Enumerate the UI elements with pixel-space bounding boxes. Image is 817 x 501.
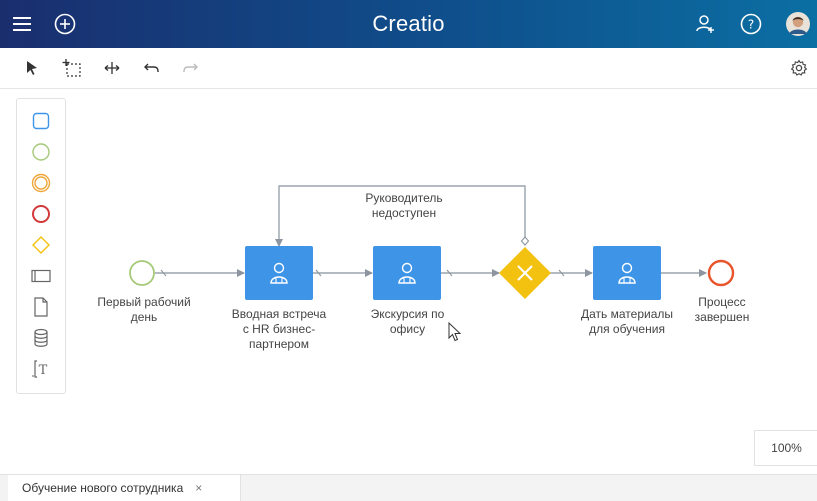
start-event[interactable] [129,260,155,286]
tab-process[interactable]: Обучение нового сотрудника × [8,475,241,501]
task-intro-meeting[interactable] [245,246,313,300]
tab-process-label: Обучение нового сотрудника [22,481,184,495]
start-event-label: Первый рабочий день [97,295,191,324]
task-training-materials-label: Дать материалы для обучения [581,307,673,336]
task-training-materials[interactable] [593,246,661,300]
task-intro-meeting-label: Вводная встреча с HR бизнес- партнером [231,307,327,351]
exclusive-gateway[interactable] [499,247,551,299]
user-task-icon [618,262,636,284]
end-event[interactable] [707,259,735,287]
conditional-flow-diamond [520,236,530,246]
zoom-level[interactable]: 100% [754,430,817,466]
loop-flow-label: Руководитель недоступен [365,191,443,220]
end-event-label: Процесс завершен [694,295,750,324]
bottom-tab-bar: Обучение нового сотрудника × [0,474,817,501]
user-task-icon [270,262,288,284]
mouse-cursor-icon [448,322,462,342]
user-task-icon [398,262,416,284]
task-office-tour[interactable] [373,246,441,300]
close-icon[interactable]: × [195,481,202,495]
